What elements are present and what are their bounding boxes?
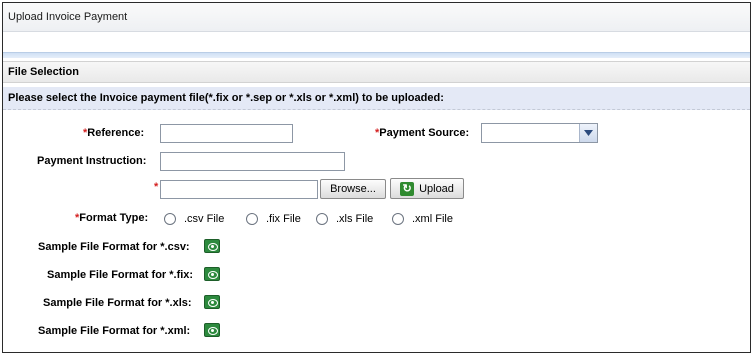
browse-label: Browse... [330, 183, 376, 195]
file-required-mark: * [154, 181, 158, 193]
sample-csv-label: Sample File Format for *.csv: [38, 241, 190, 253]
file-path-input[interactable] [160, 180, 318, 199]
format-type-label-text: Format Type: [79, 212, 149, 224]
upload-label: Upload [419, 182, 454, 195]
required-mark: * [154, 181, 159, 193]
payment-source-label-text: Payment Source: [379, 127, 470, 139]
payment-instruction-label: Payment Instruction: [37, 155, 147, 167]
sample-fix-label: Sample File Format for *.fix: [47, 269, 194, 281]
format-csv-label: .csv File [184, 213, 225, 225]
payment-instruction-input[interactable] [160, 152, 345, 171]
view-sample-xml-icon[interactable] [204, 323, 220, 337]
chevron-down-icon[interactable] [579, 124, 597, 142]
format-xls-radio[interactable] [316, 213, 328, 225]
view-sample-fix-icon[interactable] [204, 267, 220, 281]
upload-button[interactable]: ↻ Upload [390, 178, 464, 199]
format-fix-label: .fix File [266, 213, 301, 225]
format-xls-label: .xls File [336, 213, 374, 225]
format-xml-label: .xml File [412, 213, 453, 225]
format-type-label: *Format Type: [75, 212, 148, 224]
divider-strip [3, 52, 750, 58]
format-fix-radio[interactable] [246, 213, 258, 225]
view-sample-xls-icon[interactable] [204, 295, 220, 309]
payment-source-label: *Payment Source: [375, 127, 469, 139]
format-csv-radio[interactable] [164, 213, 176, 225]
instruction-bar: Please select the Invoice payment file(*… [3, 87, 750, 110]
upload-window: Upload Invoice Payment File Selection Pl… [2, 2, 751, 353]
section-header: File Selection [3, 61, 750, 83]
title-bar: Upload Invoice Payment [3, 3, 750, 32]
reference-label-text: Reference: [87, 127, 145, 139]
page-title: Upload Invoice Payment [8, 11, 128, 23]
sample-xls-label: Sample File Format for *.xls: [43, 297, 192, 309]
section-title: File Selection [8, 66, 79, 78]
payment-source-select[interactable] [481, 123, 598, 143]
reference-input[interactable] [160, 124, 293, 143]
instruction-text: Please select the Invoice payment file(*… [8, 92, 444, 104]
browse-button[interactable]: Browse... [320, 179, 386, 199]
format-xml-radio[interactable] [392, 213, 404, 225]
refresh-icon: ↻ [400, 181, 415, 196]
sample-xml-label: Sample File Format for *.xml: [38, 325, 191, 337]
reference-label: *Reference: [83, 127, 144, 139]
view-sample-csv-icon[interactable] [204, 239, 220, 253]
